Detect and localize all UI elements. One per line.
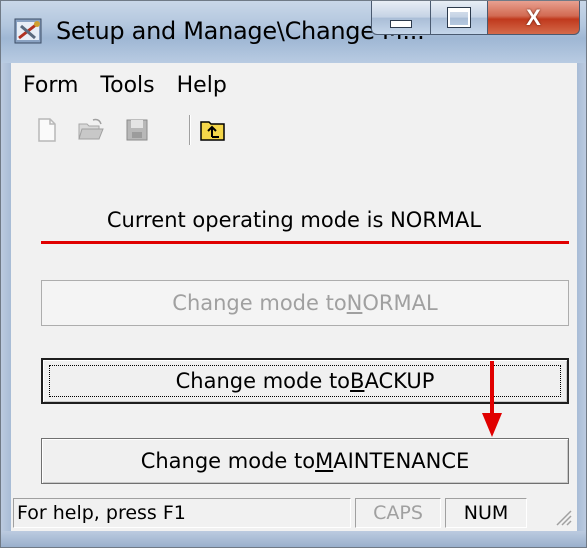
resize-grip-icon[interactable] (553, 507, 573, 527)
change-mode-maintenance-button[interactable]: Change mode to M AINTENANCE (41, 438, 569, 484)
menu-form[interactable]: Form (13, 73, 88, 98)
window-title: Setup and Manage\Change M... (56, 17, 425, 45)
accelerator-key: N (346, 291, 363, 315)
menu-bar: Form Tools Help (11, 63, 577, 107)
status-num-indicator: NUM (445, 498, 527, 528)
app-window: Setup and Manage\Change M... X Form Tool… (0, 0, 587, 548)
window-frame-right (577, 63, 586, 531)
window-frame-bottom (1, 531, 586, 547)
maximize-icon (447, 7, 471, 28)
status-bar: For help, press F1 CAPS NUM (11, 495, 577, 531)
window-frame-left (1, 63, 11, 531)
new-document-icon[interactable] (33, 116, 61, 144)
menu-tools[interactable]: Tools (90, 73, 164, 98)
change-mode-normal-button[interactable]: Change mode to N ORMAL (41, 280, 569, 326)
red-down-arrow-annotation (482, 361, 502, 437)
title-bar[interactable]: Setup and Manage\Change M... X (1, 1, 586, 63)
status-caps-indicator: CAPS (355, 498, 441, 528)
button-label-suffix: ORMAL (362, 291, 438, 315)
red-divider-line (41, 241, 569, 244)
save-disk-icon[interactable] (123, 116, 151, 144)
maximize-button[interactable] (431, 1, 488, 35)
button-label-prefix: Change mode to (140, 449, 316, 473)
close-icon: X (526, 4, 541, 30)
menu-help[interactable]: Help (167, 73, 237, 98)
button-label-suffix: AINTENANCE (333, 449, 470, 473)
mode-status-label: Current operating mode is NORMAL (106, 208, 482, 232)
accelerator-key: M (315, 449, 334, 473)
open-folder-icon[interactable] (77, 116, 105, 144)
status-help-text: For help, press F1 (13, 498, 351, 528)
close-button[interactable]: X (488, 1, 580, 35)
button-label-prefix: Change mode to (172, 291, 347, 315)
up-folder-icon[interactable] (199, 116, 227, 144)
client-area: Current operating mode is NORMAL Change … (11, 153, 577, 495)
minimize-icon (390, 19, 412, 28)
toolbar-separator (189, 115, 191, 145)
minimize-button[interactable] (371, 1, 431, 35)
tools-app-icon[interactable] (13, 16, 47, 48)
toolbar (11, 107, 577, 153)
